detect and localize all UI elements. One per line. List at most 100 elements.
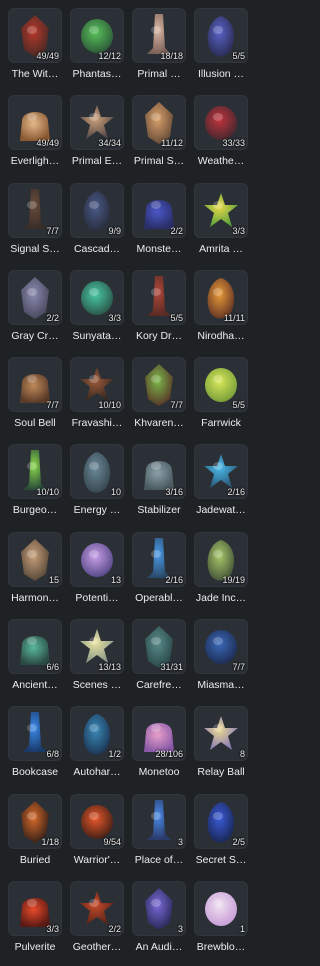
item-thumbnail: 18/18 — [132, 8, 186, 63]
item-thumbnail: 12/12 — [70, 8, 124, 63]
item-thumbnail: 5/5 — [194, 8, 248, 63]
item-thumbnail: 33/33 — [194, 95, 248, 151]
item-count: 28/106 — [155, 749, 183, 760]
collection-item[interactable]: 9/9 Cascad… — [66, 181, 128, 268]
collection-item[interactable]: 10/10 Fravashi… — [66, 355, 128, 442]
collection-item[interactable]: 10/10 Burgeo… — [4, 442, 66, 529]
collection-item[interactable]: 6/8 Bookcase — [4, 704, 66, 791]
collection-item[interactable]: 49/49 The Wit… — [4, 6, 66, 93]
collection-item[interactable]: 3 Place of… — [128, 792, 190, 879]
collection-item[interactable]: 5/5 Illusion … — [190, 6, 252, 93]
item-count: 5/5 — [170, 312, 183, 323]
collection-item[interactable]: 1/18 Buried — [4, 792, 66, 879]
collection-item[interactable]: 3/3 Sunyata… — [66, 268, 128, 355]
item-label: Stabilizer — [137, 504, 181, 517]
item-thumbnail: 2/2 — [8, 269, 62, 325]
item-count: 7/7 — [46, 400, 59, 411]
collection-item[interactable]: 34/34 Primal E… — [66, 93, 128, 180]
collection-item[interactable]: 11/12 Primal S… — [128, 93, 190, 180]
collection-item[interactable]: 28/106 Monetoo — [128, 704, 190, 791]
item-count: 2/2 — [46, 312, 59, 323]
collection-item[interactable]: 2/16 Jadewat… — [190, 442, 252, 529]
item-count: 49/49 — [36, 138, 59, 149]
collection-item[interactable]: 11/11 Nirodha… — [190, 268, 252, 355]
collection-item[interactable]: 3/3 Pulverite — [4, 879, 66, 966]
item-label: Pulverite — [14, 940, 56, 953]
collection-item[interactable]: 10 Energy … — [66, 442, 128, 529]
item-thumbnail: 6/8 — [8, 706, 62, 762]
item-label: Ancient… — [12, 679, 58, 692]
item-count: 13/13 — [98, 662, 121, 673]
item-thumbnail: 49/49 — [8, 8, 62, 63]
item-label: Primal S… — [133, 155, 185, 168]
collection-item[interactable]: 12/12 Phantas… — [66, 6, 128, 93]
item-count: 3 — [177, 836, 183, 847]
collection-item[interactable]: 5/5 Kory Dr… — [128, 268, 190, 355]
item-thumbnail: 9/54 — [70, 793, 124, 849]
item-label: Autohar… — [73, 766, 121, 779]
item-label: Monste… — [136, 242, 182, 255]
collection-item[interactable]: 1/2 Autohar… — [66, 704, 128, 791]
item-label: Kory Dr… — [135, 329, 183, 342]
collection-item[interactable]: 33/33 Weathe… — [190, 93, 252, 180]
item-count: 12/12 — [98, 51, 121, 61]
collection-item[interactable]: 1 Brewblo… — [190, 879, 252, 966]
collection-item[interactable]: 18/18 Primal … — [128, 6, 190, 93]
collection-item[interactable]: 31/31 Carefre… — [128, 617, 190, 704]
collection-item[interactable]: 3/16 Stabilizer — [128, 442, 190, 529]
item-count: 33/33 — [222, 138, 245, 149]
item-label: Harmon… — [11, 591, 59, 604]
collection-item[interactable]: 15 Harmon… — [4, 530, 66, 617]
item-thumbnail: 2/2 — [70, 880, 124, 936]
collection-item[interactable]: 7/7 Miasma… — [190, 617, 252, 704]
collection-item[interactable]: 3/3 Amrita … — [190, 181, 252, 268]
item-thumbnail: 3/16 — [132, 444, 186, 500]
item-count: 2/5 — [232, 836, 245, 847]
item-label: Geother… — [72, 940, 122, 953]
item-label: Weathe… — [197, 155, 245, 168]
item-thumbnail: 13 — [70, 531, 124, 587]
item-count: 34/34 — [98, 138, 121, 149]
item-count: 11/12 — [161, 138, 183, 149]
item-count: 18/18 — [160, 51, 183, 61]
collection-item[interactable]: 9/54 Warrior'… — [66, 792, 128, 879]
collection-item[interactable]: 3 An Audi… — [128, 879, 190, 966]
item-label: Brewblo… — [196, 940, 246, 953]
item-thumbnail: 10 — [70, 444, 124, 500]
collection-item[interactable]: 13/13 Scenes … — [66, 617, 128, 704]
item-count: 13 — [110, 574, 121, 585]
collection-item[interactable]: 2/2 Gray Cr… — [4, 268, 66, 355]
item-label: Amrita … — [199, 242, 243, 255]
collection-item[interactable]: 7/7 Khvaren… — [128, 355, 190, 442]
item-thumbnail: 2/2 — [132, 182, 186, 238]
collection-item[interactable]: 13 Potenti… — [66, 530, 128, 617]
item-thumbnail: 1/18 — [8, 793, 62, 849]
item-thumbnail: 3 — [132, 793, 186, 849]
collection-item[interactable]: 7/7 Soul Bell — [4, 355, 66, 442]
collection-item[interactable]: 19/19 Jade Inc… — [190, 530, 252, 617]
collection-item[interactable]: 2/2 Geother… — [66, 879, 128, 966]
collection-item[interactable]: 49/49 Everligh… — [4, 93, 66, 180]
item-thumbnail: 5/5 — [194, 357, 248, 413]
collection-grid: 49/49 The Wit… 12/12 Phantas… 18/18 Primal … 5… — [4, 6, 252, 966]
collection-item[interactable]: 2/16 Operabl… — [128, 530, 190, 617]
item-label: Nirodha… — [197, 329, 245, 342]
collection-item[interactable]: 2/2 Monste… — [128, 181, 190, 268]
item-thumbnail: 49/49 — [8, 95, 62, 151]
item-label: Farrwick — [201, 417, 241, 430]
item-thumbnail: 3 — [132, 880, 186, 936]
collection-item[interactable]: 7/7 Signal S… — [4, 181, 66, 268]
item-thumbnail: 10/10 — [70, 357, 124, 413]
collection-item[interactable]: 5/5 Farrwick — [190, 355, 252, 442]
item-count: 7/7 — [46, 225, 59, 236]
item-thumbnail: 3/3 — [70, 269, 124, 325]
item-count: 2/16 — [227, 487, 245, 498]
collection-item[interactable]: 8 Relay Ball — [190, 704, 252, 791]
item-label: An Audi… — [135, 940, 183, 953]
item-count: 2/2 — [170, 225, 183, 236]
item-label: Energy … — [73, 504, 121, 517]
collection-item[interactable]: 6/6 Ancient… — [4, 617, 66, 704]
item-thumbnail: 28/106 — [132, 706, 186, 762]
item-label: Soul Bell — [14, 417, 56, 430]
collection-item[interactable]: 2/5 Secret S… — [190, 792, 252, 879]
